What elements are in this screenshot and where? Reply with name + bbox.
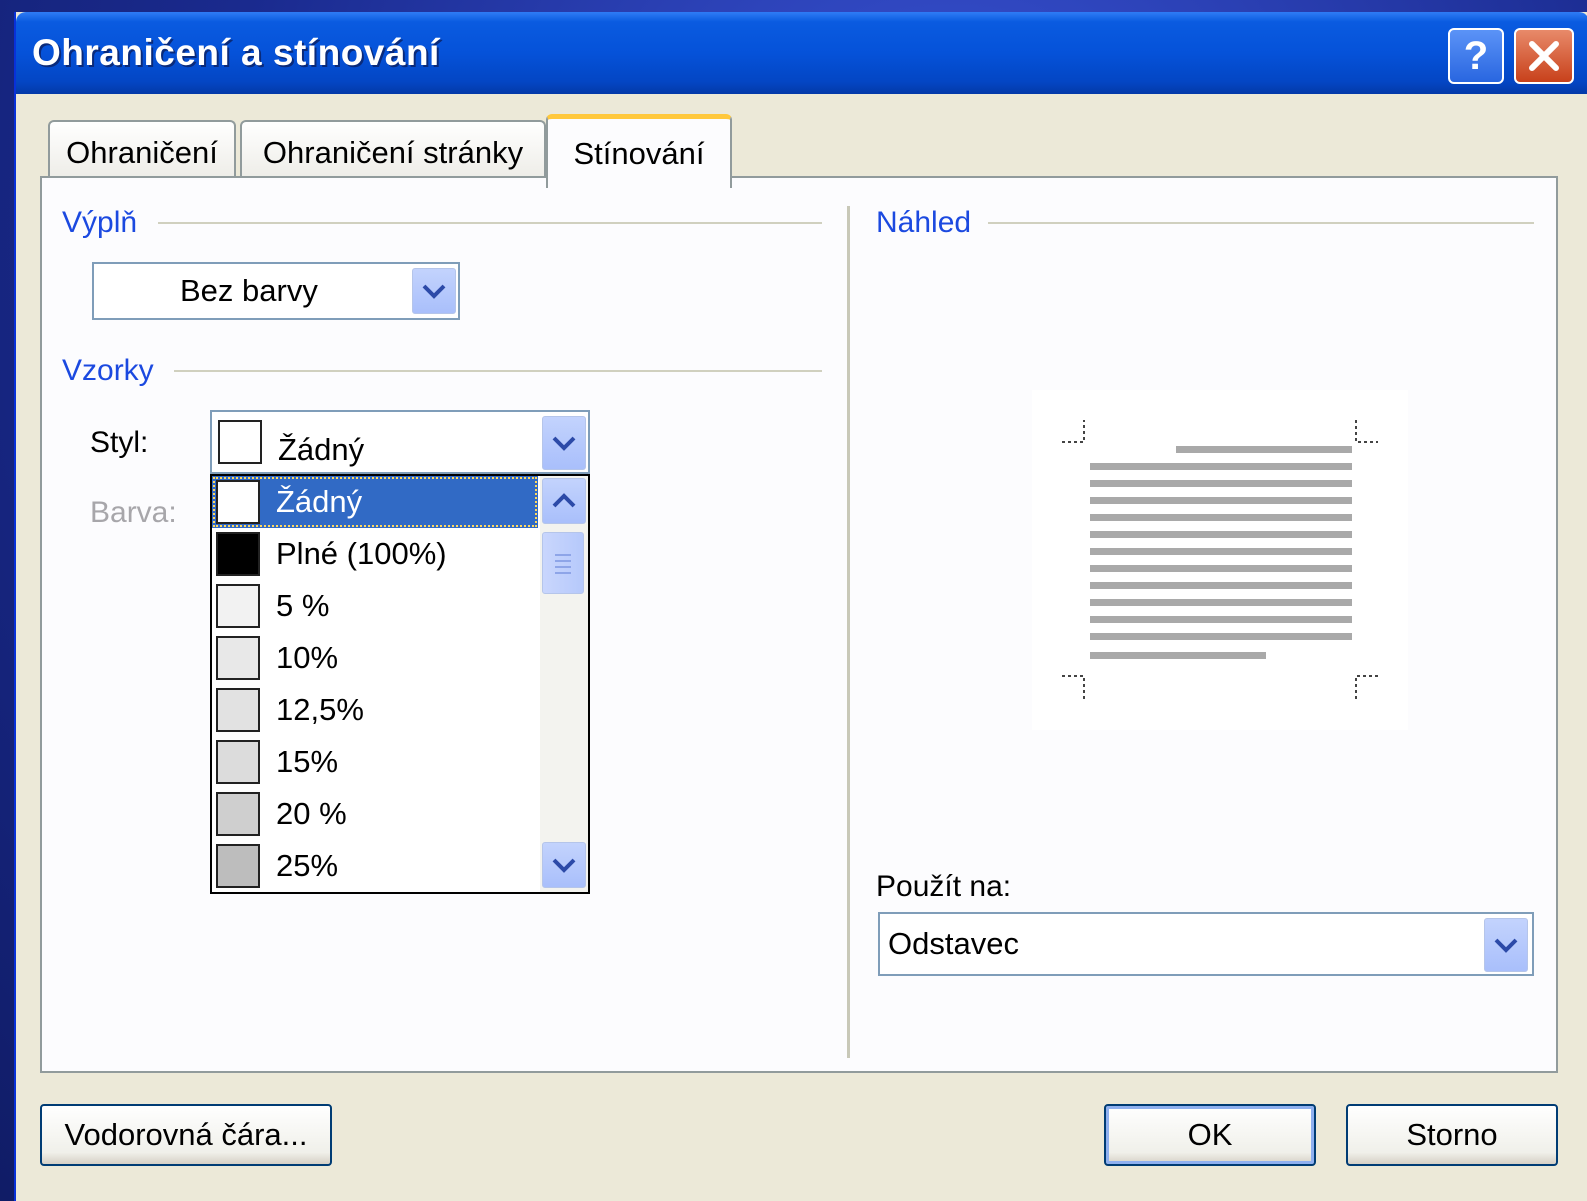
apply-to-dropdown-button[interactable]	[1484, 918, 1528, 972]
horizontal-line-button-label: Vodorovná čára...	[64, 1117, 308, 1152]
fill-group-label: Výplň	[62, 206, 138, 239]
preview-text-line	[1090, 514, 1352, 521]
preview-group-label: Náhled	[876, 206, 972, 239]
scroll-up-button[interactable]	[542, 478, 586, 524]
fill-group-divider	[158, 222, 822, 224]
ok-button[interactable]: OK	[1104, 1104, 1316, 1166]
column-separator	[847, 206, 850, 1058]
fill-color-dropdown[interactable]: Bez barvy	[92, 262, 460, 320]
style-option[interactable]: Žádný	[212, 476, 538, 528]
help-button[interactable]: ?	[1448, 28, 1504, 84]
style-option-label: 25%	[276, 848, 339, 883]
style-option[interactable]: 5 %	[212, 580, 538, 632]
help-icon: ?	[1463, 33, 1489, 78]
style-option-label: Plné (100%)	[276, 536, 447, 571]
pattern-swatch	[216, 636, 260, 680]
style-option[interactable]: 12,5%	[212, 684, 538, 736]
preview-text-line	[1090, 616, 1352, 623]
tab-borders-label: Ohraničení	[66, 135, 218, 170]
style-dropdown-list[interactable]: Žádný Plné (100%) 5 % 10% 12,5% 15% 20 % 25%	[210, 474, 590, 894]
scroll-thumb[interactable]	[542, 532, 584, 594]
paragraph-preview-graphic	[1062, 420, 1378, 700]
preview-text-line	[1090, 480, 1352, 487]
chevron-down-icon	[422, 284, 446, 299]
preview-text-line	[1090, 497, 1352, 504]
tab-page-borders[interactable]: Ohraničení stránky	[240, 120, 546, 184]
borders-and-shading-dialog: Ohraničení a stínování ? Ohraničení Ohra…	[14, 12, 1587, 1201]
pattern-swatch	[216, 532, 260, 576]
chevron-down-icon	[552, 858, 576, 873]
pattern-swatch	[216, 740, 260, 784]
tab-page-borders-label: Ohraničení stránky	[262, 135, 524, 170]
ok-button-label: OK	[1187, 1117, 1233, 1152]
preview-text-line	[1090, 633, 1352, 640]
preview-text-line	[1090, 582, 1352, 589]
shading-preview	[1032, 390, 1408, 730]
style-option-label: 20 %	[276, 796, 347, 831]
pattern-swatch	[216, 792, 260, 836]
style-option-label: 10%	[276, 640, 339, 675]
style-dropdown-button[interactable]	[542, 416, 586, 470]
pattern-color-label: Barva:	[90, 496, 177, 529]
pattern-swatch	[216, 844, 260, 888]
fill-color-dropdown-button[interactable]	[412, 268, 456, 314]
patterns-group-divider	[174, 370, 822, 372]
style-option[interactable]: Plné (100%)	[212, 528, 538, 580]
style-option-label: 12,5%	[276, 692, 364, 727]
chevron-up-icon	[552, 493, 576, 508]
apply-to-label: Použít na:	[876, 870, 1012, 903]
style-list-scrollbar[interactable]	[540, 476, 588, 892]
apply-to-dropdown[interactable]: Odstavec	[878, 912, 1534, 976]
tab-shading[interactable]: Stínování	[546, 114, 732, 188]
preview-text-line	[1090, 531, 1352, 538]
style-option[interactable]: 15%	[212, 736, 538, 788]
preview-text-line	[1090, 463, 1352, 470]
scroll-down-button[interactable]	[542, 842, 586, 888]
tab-borders[interactable]: Ohraničení	[48, 120, 236, 184]
fill-color-value: Bez barvy	[180, 273, 318, 308]
cancel-button-label: Storno	[1406, 1117, 1498, 1152]
dialog-title: Ohraničení a stínování	[32, 32, 440, 73]
preview-text-line	[1090, 652, 1266, 659]
pattern-swatch	[216, 584, 260, 628]
tab-shading-label: Stínování	[573, 135, 705, 171]
preview-text-line	[1090, 599, 1352, 606]
pattern-swatch	[216, 688, 260, 732]
preview-text-line	[1176, 446, 1352, 453]
grip-icon	[555, 554, 571, 574]
style-option-label: 15%	[276, 744, 339, 779]
title-bar[interactable]: Ohraničení a stínování ?	[16, 12, 1587, 94]
style-swatch	[218, 420, 262, 464]
apply-to-value: Odstavec	[888, 926, 1019, 961]
cancel-button[interactable]: Storno	[1346, 1104, 1558, 1166]
horizontal-line-button[interactable]: Vodorovná čára...	[40, 1104, 332, 1166]
style-option-label: 5 %	[276, 588, 330, 623]
close-icon	[1529, 41, 1559, 71]
style-label: Styl:	[90, 426, 149, 459]
chevron-down-icon	[1494, 938, 1518, 953]
style-value: Žádný	[278, 432, 365, 467]
preview-text-line	[1090, 565, 1352, 572]
preview-group-divider	[988, 222, 1534, 224]
close-button[interactable]	[1514, 28, 1574, 84]
patterns-group-label: Vzorky	[62, 354, 154, 387]
chevron-down-icon	[552, 436, 576, 451]
style-option[interactable]: 25%	[212, 840, 538, 892]
style-option[interactable]: 20 %	[212, 788, 538, 840]
focus-rectangle	[213, 477, 537, 527]
preview-text-line	[1090, 548, 1352, 555]
style-option[interactable]: 10%	[212, 632, 538, 684]
style-dropdown[interactable]: Žádný	[210, 410, 590, 474]
shading-tab-panel: Výplň Bez barvy Vzorky Styl: Barva: Žádn…	[40, 176, 1558, 1073]
